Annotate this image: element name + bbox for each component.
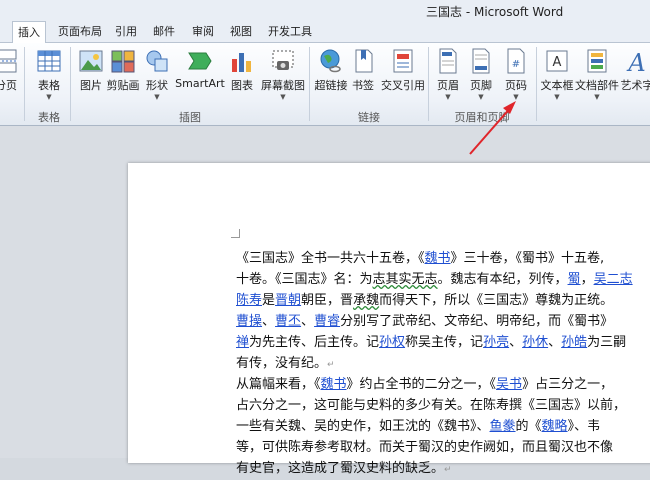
screenshot-button[interactable]: 屏幕截图 ▼ (261, 45, 305, 107)
table-icon (37, 50, 61, 72)
ribbon: 分页 表格 ▼ 表格 图片 剪贴画 形状 ▼ SmartArt 图表 屏幕截图 … (0, 43, 650, 126)
text-box-dropdown-icon: ▼ (554, 93, 560, 101)
wordart-label: 艺术字 (620, 79, 650, 92)
link-weishu[interactable]: 魏书 (425, 251, 451, 266)
page-number-button[interactable]: # 页码 ▼ (496, 45, 536, 107)
document-page[interactable]: 《三国志》全书一共六十五卷，《魏书》三十卷，《蜀书》十五卷, 十卷。《三国志》名… (128, 163, 650, 476)
page-break-icon (0, 49, 18, 73)
margin-corner-mark (231, 229, 240, 238)
link-caopi[interactable]: 曹丕 (275, 314, 301, 329)
link-chan[interactable]: 禅 (236, 335, 249, 350)
page-break-button[interactable]: 分页 (0, 45, 26, 107)
clipart-icon (111, 50, 135, 73)
link-weilue[interactable]: 魏略 (542, 419, 568, 434)
tab-page-layout[interactable]: 页面布局 (58, 23, 102, 41)
text-box-icon: A (546, 50, 568, 72)
group-label-tables: 表格 (38, 111, 60, 124)
screenshot-dropdown-icon: ▼ (280, 93, 286, 101)
cross-reference-icon (393, 49, 413, 73)
quick-parts-button[interactable]: 文档部件 ▼ (575, 45, 619, 107)
paragraph-line: 占六分之一，这可能与史料的多少有关。在陈寿撰《三国志》以前， (236, 398, 627, 413)
bookmark-button[interactable]: 书签 (343, 45, 383, 107)
globe-icon (320, 49, 341, 73)
bookmark-icon (355, 49, 373, 73)
tab-review[interactable]: 审阅 (192, 23, 214, 41)
link-wu[interactable]: 吴二志 (594, 272, 633, 287)
link-sunhao[interactable]: 孙皓 (561, 335, 587, 350)
page-number-dropdown-icon: ▼ (513, 93, 519, 101)
link-sunxiu[interactable]: 孙休 (522, 335, 548, 350)
link-shu[interactable]: 蜀 (568, 272, 581, 287)
chart-button[interactable]: 图表 (222, 45, 262, 107)
paragraph-mark: ↵ (327, 360, 335, 370)
link-chenshou[interactable]: 陈寿 (236, 293, 262, 308)
paragraph-mark: ↵ (444, 465, 452, 475)
svg-text:A: A (553, 55, 562, 70)
shapes-dropdown-icon: ▼ (154, 93, 160, 101)
link-sunliang[interactable]: 孙亮 (483, 335, 509, 350)
tab-insert[interactable]: 插入 (12, 21, 46, 43)
paragraph-line: 曹操、曹丕、曹睿分别写了武帝纪、文帝纪、明帝纪，而《蜀书》 (236, 314, 614, 329)
document-workspace: 《三国志》全书一共六十五卷，《魏书》三十卷，《蜀书》十五卷, 十卷。《三国志》名… (0, 126, 650, 476)
group-label-links: 链接 (358, 111, 380, 124)
chart-icon (232, 53, 251, 72)
footer-button[interactable]: 页脚 ▼ (461, 45, 501, 107)
tab-developer[interactable]: 开发工具 (268, 23, 312, 41)
cross-reference-button[interactable]: 交叉引用 (381, 45, 425, 107)
footer-icon (472, 48, 490, 74)
link-jinchao[interactable]: 晋朝 (275, 293, 301, 308)
quick-parts-dropdown-icon: ▼ (594, 93, 600, 101)
svg-text:#: # (512, 59, 520, 70)
paragraph-line: 十卷。《三国志》名：为志其实无志。魏志有本纪，列传，蜀，吴二志 (236, 272, 633, 287)
link-weishu-2[interactable]: 魏书 (321, 377, 347, 392)
paragraph-line: 《三国志》全书一共六十五卷，《魏书》三十卷，《蜀书》十五卷, (236, 251, 605, 266)
smartart-button[interactable]: SmartArt (175, 45, 225, 107)
tab-view[interactable]: 视图 (230, 23, 252, 41)
group-label-header-footer: 页眉和页脚 (454, 111, 510, 124)
title-bar: 三国志 - Microsoft Word (0, 0, 650, 20)
window-title: 三国志 - Microsoft Word (426, 5, 564, 19)
link-sunquan[interactable]: 孙权 (379, 335, 405, 350)
quick-parts-icon (587, 49, 607, 73)
link-yuhuan[interactable]: 鱼豢 (490, 419, 516, 434)
wordart-button[interactable]: A 艺术字 (617, 45, 650, 107)
group-label-illustrations: 插图 (179, 111, 201, 124)
ribbon-tabs: 插入 页面布局 引用 邮件 审阅 视图 开发工具 (0, 20, 650, 43)
table-dropdown-icon: ▼ (46, 93, 52, 101)
page-number-icon: # (507, 48, 525, 74)
paragraph-line: 禅为先主传、后主传。记孙权称吴主传，记孙亮、孙休、孙皓为三嗣 (236, 335, 627, 350)
link-caocao[interactable]: 曹操 (236, 314, 262, 329)
link-caorui[interactable]: 曹睿 (314, 314, 340, 329)
paragraph-line: 一些有关魏、吴的史作，如王沈的《魏书》、鱼豢的《魏略》、韦 (236, 419, 601, 434)
shapes-icon (146, 50, 168, 72)
wordart-icon: A (626, 49, 645, 75)
paragraph-line: 等，可供陈寿参考取材。而关于蜀汉的史作阙如，而且蜀汉也不像 (236, 440, 614, 455)
paragraph-line: 有传，没有纪。↵ (236, 356, 335, 371)
paragraph-line: 有史官，这造成了蜀汉史料的缺乏。↵ (236, 461, 452, 476)
screenshot-icon (272, 50, 294, 70)
paragraph-line: 从篇幅来看，《魏书》约占全书的二分之一，《吴书》占三分之一， (236, 377, 614, 392)
header-icon (439, 48, 457, 74)
table-button[interactable]: 表格 ▼ (29, 45, 69, 107)
tab-references[interactable]: 引用 (115, 23, 137, 41)
picture-icon (79, 50, 103, 72)
smartart-icon (188, 52, 212, 70)
footer-dropdown-icon: ▼ (478, 93, 484, 101)
shapes-button[interactable]: 形状 ▼ (137, 45, 177, 107)
link-wushu[interactable]: 吴书 (496, 377, 522, 392)
paragraph-line: 陈寿是晋朝朝臣，晋承魏而得天下，所以《三国志》尊魏为正统。 (236, 293, 614, 308)
svg-text:A: A (626, 49, 645, 75)
tab-mailings[interactable]: 邮件 (153, 23, 175, 41)
text-box-button[interactable]: A 文本框 ▼ (537, 45, 577, 107)
